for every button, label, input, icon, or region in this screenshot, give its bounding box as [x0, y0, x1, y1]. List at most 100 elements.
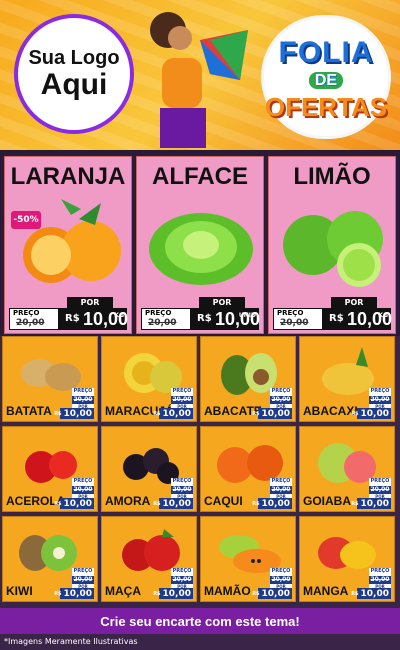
new-price-box: R$ 10,00 KG: [59, 308, 128, 330]
logo-line-1: Sua Logo: [28, 47, 120, 70]
price-value: 10,00: [360, 408, 389, 419]
preco-label: PREÇO: [13, 309, 40, 317]
new-price: R$ 10,00: [252, 408, 292, 419]
currency: R$: [252, 590, 260, 597]
product-name: MANGA: [303, 584, 349, 598]
price-unit: UNID: [238, 312, 256, 319]
featured-title: ALFACE: [152, 163, 248, 190]
product-card-amora[interactable]: AMORA PREÇO 20,00 POR R$ 10,00: [101, 426, 197, 512]
currency: R$: [153, 410, 161, 417]
product-name: ABACAXI: [303, 404, 358, 418]
product-card-maracuja[interactable]: MARACUJÁ PREÇO 20,00 POR R$ 10,00: [101, 336, 197, 422]
new-price-box: R$ 10,00 KG: [323, 308, 392, 330]
carnival-woman-illustration: [150, 12, 248, 148]
currency: R$: [153, 500, 161, 507]
old-price: 20,00: [280, 318, 309, 328]
product-card-mamao[interactable]: MAMÃO PREÇO 20,00 POR R$ 10,00: [200, 516, 296, 602]
product-card-acerola[interactable]: ACEROLA PREÇO 20,00 POR R$ 10,00: [2, 426, 98, 512]
new-price: R$ 10,00: [351, 498, 391, 509]
price-tag: PREÇO 20,00 POR R$ 10,00: [54, 478, 94, 509]
price-value: 10,00: [63, 498, 92, 509]
price-value: 10,00: [63, 588, 92, 599]
price-tag: PREÇO 20,00 POR R$ 10,00: [153, 478, 193, 509]
product-card-kiwi[interactable]: KIWI PREÇO 20,00 POR R$ 10,00: [2, 516, 98, 602]
new-price: R$ 10,00: [153, 588, 193, 599]
header-banner: Sua Logo Aqui FOLIA DE OFERTAS: [0, 0, 400, 150]
currency: R$: [252, 500, 260, 507]
currency: R$: [54, 410, 62, 417]
old-price-box: PREÇO 20,00: [273, 308, 323, 330]
product-card-manga[interactable]: MANGA PREÇO 20,00 POR R$ 10,00: [299, 516, 395, 602]
price-tag: PREÇO 20,00 POR R$ 10,00: [252, 568, 292, 599]
price-value: 10,00: [162, 588, 191, 599]
product-card-goiaba[interactable]: GOIABA PREÇO 20,00 POR R$ 10,00: [299, 426, 395, 512]
featured-title: LARANJA: [10, 163, 126, 190]
product-name: BATATA: [6, 404, 52, 418]
new-price: R$ 10,00: [351, 588, 391, 599]
price-value: 10,00: [360, 588, 389, 599]
por-label: POR: [67, 297, 113, 308]
featured-card-laranja[interactable]: LARANJA -50% POR PREÇO 20,00 R$ 10,00 KG: [4, 156, 132, 334]
currency: R$: [65, 313, 80, 324]
offers-body: LARANJA -50% POR PREÇO 20,00 R$ 10,00 KG: [0, 150, 400, 650]
lime-image: [283, 211, 383, 287]
featured-price: POR PREÇO 20,00 R$ 10,00 KG: [273, 297, 392, 331]
new-price-box: R$ 10,00 UNID: [191, 308, 260, 330]
price-value: 10,00: [360, 498, 389, 509]
featured-row: LARANJA -50% POR PREÇO 20,00 R$ 10,00 KG: [0, 150, 400, 336]
featured-price: POR PREÇO 20,00 R$ 10,00 KG: [9, 297, 128, 331]
price-value: 10,00: [162, 408, 191, 419]
new-price: R$ 10,00: [153, 498, 193, 509]
new-price: R$ 10,00: [252, 588, 292, 599]
featured-title: LIMÃO: [293, 163, 371, 190]
badge-title: FOLIA: [278, 36, 374, 69]
featured-card-limao[interactable]: LIMÃO POR PREÇO 20,00 R$ 10,00 KG: [268, 156, 396, 334]
por-label: POR: [331, 297, 377, 308]
new-price: R$ 10,00: [54, 588, 94, 599]
product-grid: BATATA PREÇO 20,00 POR R$ 10,00 MARACUJÁ PRE…: [0, 336, 400, 606]
new-price: R$ 10,00: [153, 408, 193, 419]
price-tag: PREÇO 20,00 POR R$ 10,00: [351, 388, 391, 419]
product-card-maca[interactable]: MAÇA PREÇO 20,00 POR R$ 10,00: [101, 516, 197, 602]
new-price: R$ 10,00: [54, 408, 94, 419]
product-name: AMORA: [105, 494, 151, 508]
por-label: POR: [199, 297, 245, 308]
price-tag: PREÇO 20,00 POR R$ 10,00: [351, 478, 391, 509]
currency: R$: [351, 410, 359, 417]
price-tag: PREÇO 20,00 POR R$ 10,00: [54, 568, 94, 599]
price-tag: PREÇO 20,00 POR R$ 10,00: [153, 568, 193, 599]
currency: R$: [153, 590, 161, 597]
currency: R$: [329, 313, 344, 324]
logo-placeholder: Sua Logo Aqui: [14, 14, 134, 134]
preco-label: PREÇO: [277, 309, 304, 317]
new-price: R$ 10,00: [54, 498, 94, 509]
logo-line-2: Aqui: [40, 68, 108, 102]
product-card-abacaxi[interactable]: ABACAXI PREÇO 20,00 POR R$ 10,00: [299, 336, 395, 422]
lettuce-image: [149, 213, 253, 285]
old-price: 20,00: [148, 318, 177, 328]
featured-card-alface[interactable]: ALFACE POR PREÇO 20,00 R$ 10,00 UNID: [136, 156, 264, 334]
currency: R$: [197, 313, 212, 324]
price-value: 10,00: [162, 498, 191, 509]
price-tag: PREÇO 20,00 POR R$ 10,00: [252, 478, 292, 509]
product-name: CAQUI: [204, 494, 243, 508]
price-tag: PREÇO 20,00 POR R$ 10,00: [153, 388, 193, 419]
currency: R$: [54, 500, 62, 507]
product-card-caqui[interactable]: CAQUI PREÇO 20,00 POR R$ 10,00: [200, 426, 296, 512]
currency: R$: [351, 590, 359, 597]
product-name: MAMÃO: [204, 584, 251, 598]
price-unit: KG: [378, 312, 388, 319]
badge-subtitle: OFERTAS: [264, 92, 388, 122]
featured-price: POR PREÇO 20,00 R$ 10,00 UNID: [141, 297, 260, 331]
preco-label: PREÇO: [145, 309, 172, 317]
currency: R$: [252, 410, 260, 417]
price-value: 10,00: [63, 408, 92, 419]
price-value: 10,00: [261, 408, 290, 419]
create-flyer-banner[interactable]: Crie seu encarte com este tema!: [0, 608, 400, 634]
price-tag: PREÇO 20,00 POR R$ 10,00: [54, 388, 94, 419]
price-tag: PREÇO 20,00 POR R$ 10,00: [252, 388, 292, 419]
product-card-abacate[interactable]: ABACATE PREÇO 20,00 POR R$ 10,00: [200, 336, 296, 422]
product-card-batata[interactable]: BATATA PREÇO 20,00 POR R$ 10,00: [2, 336, 98, 422]
currency: R$: [54, 590, 62, 597]
old-price-box: PREÇO 20,00: [9, 308, 59, 330]
